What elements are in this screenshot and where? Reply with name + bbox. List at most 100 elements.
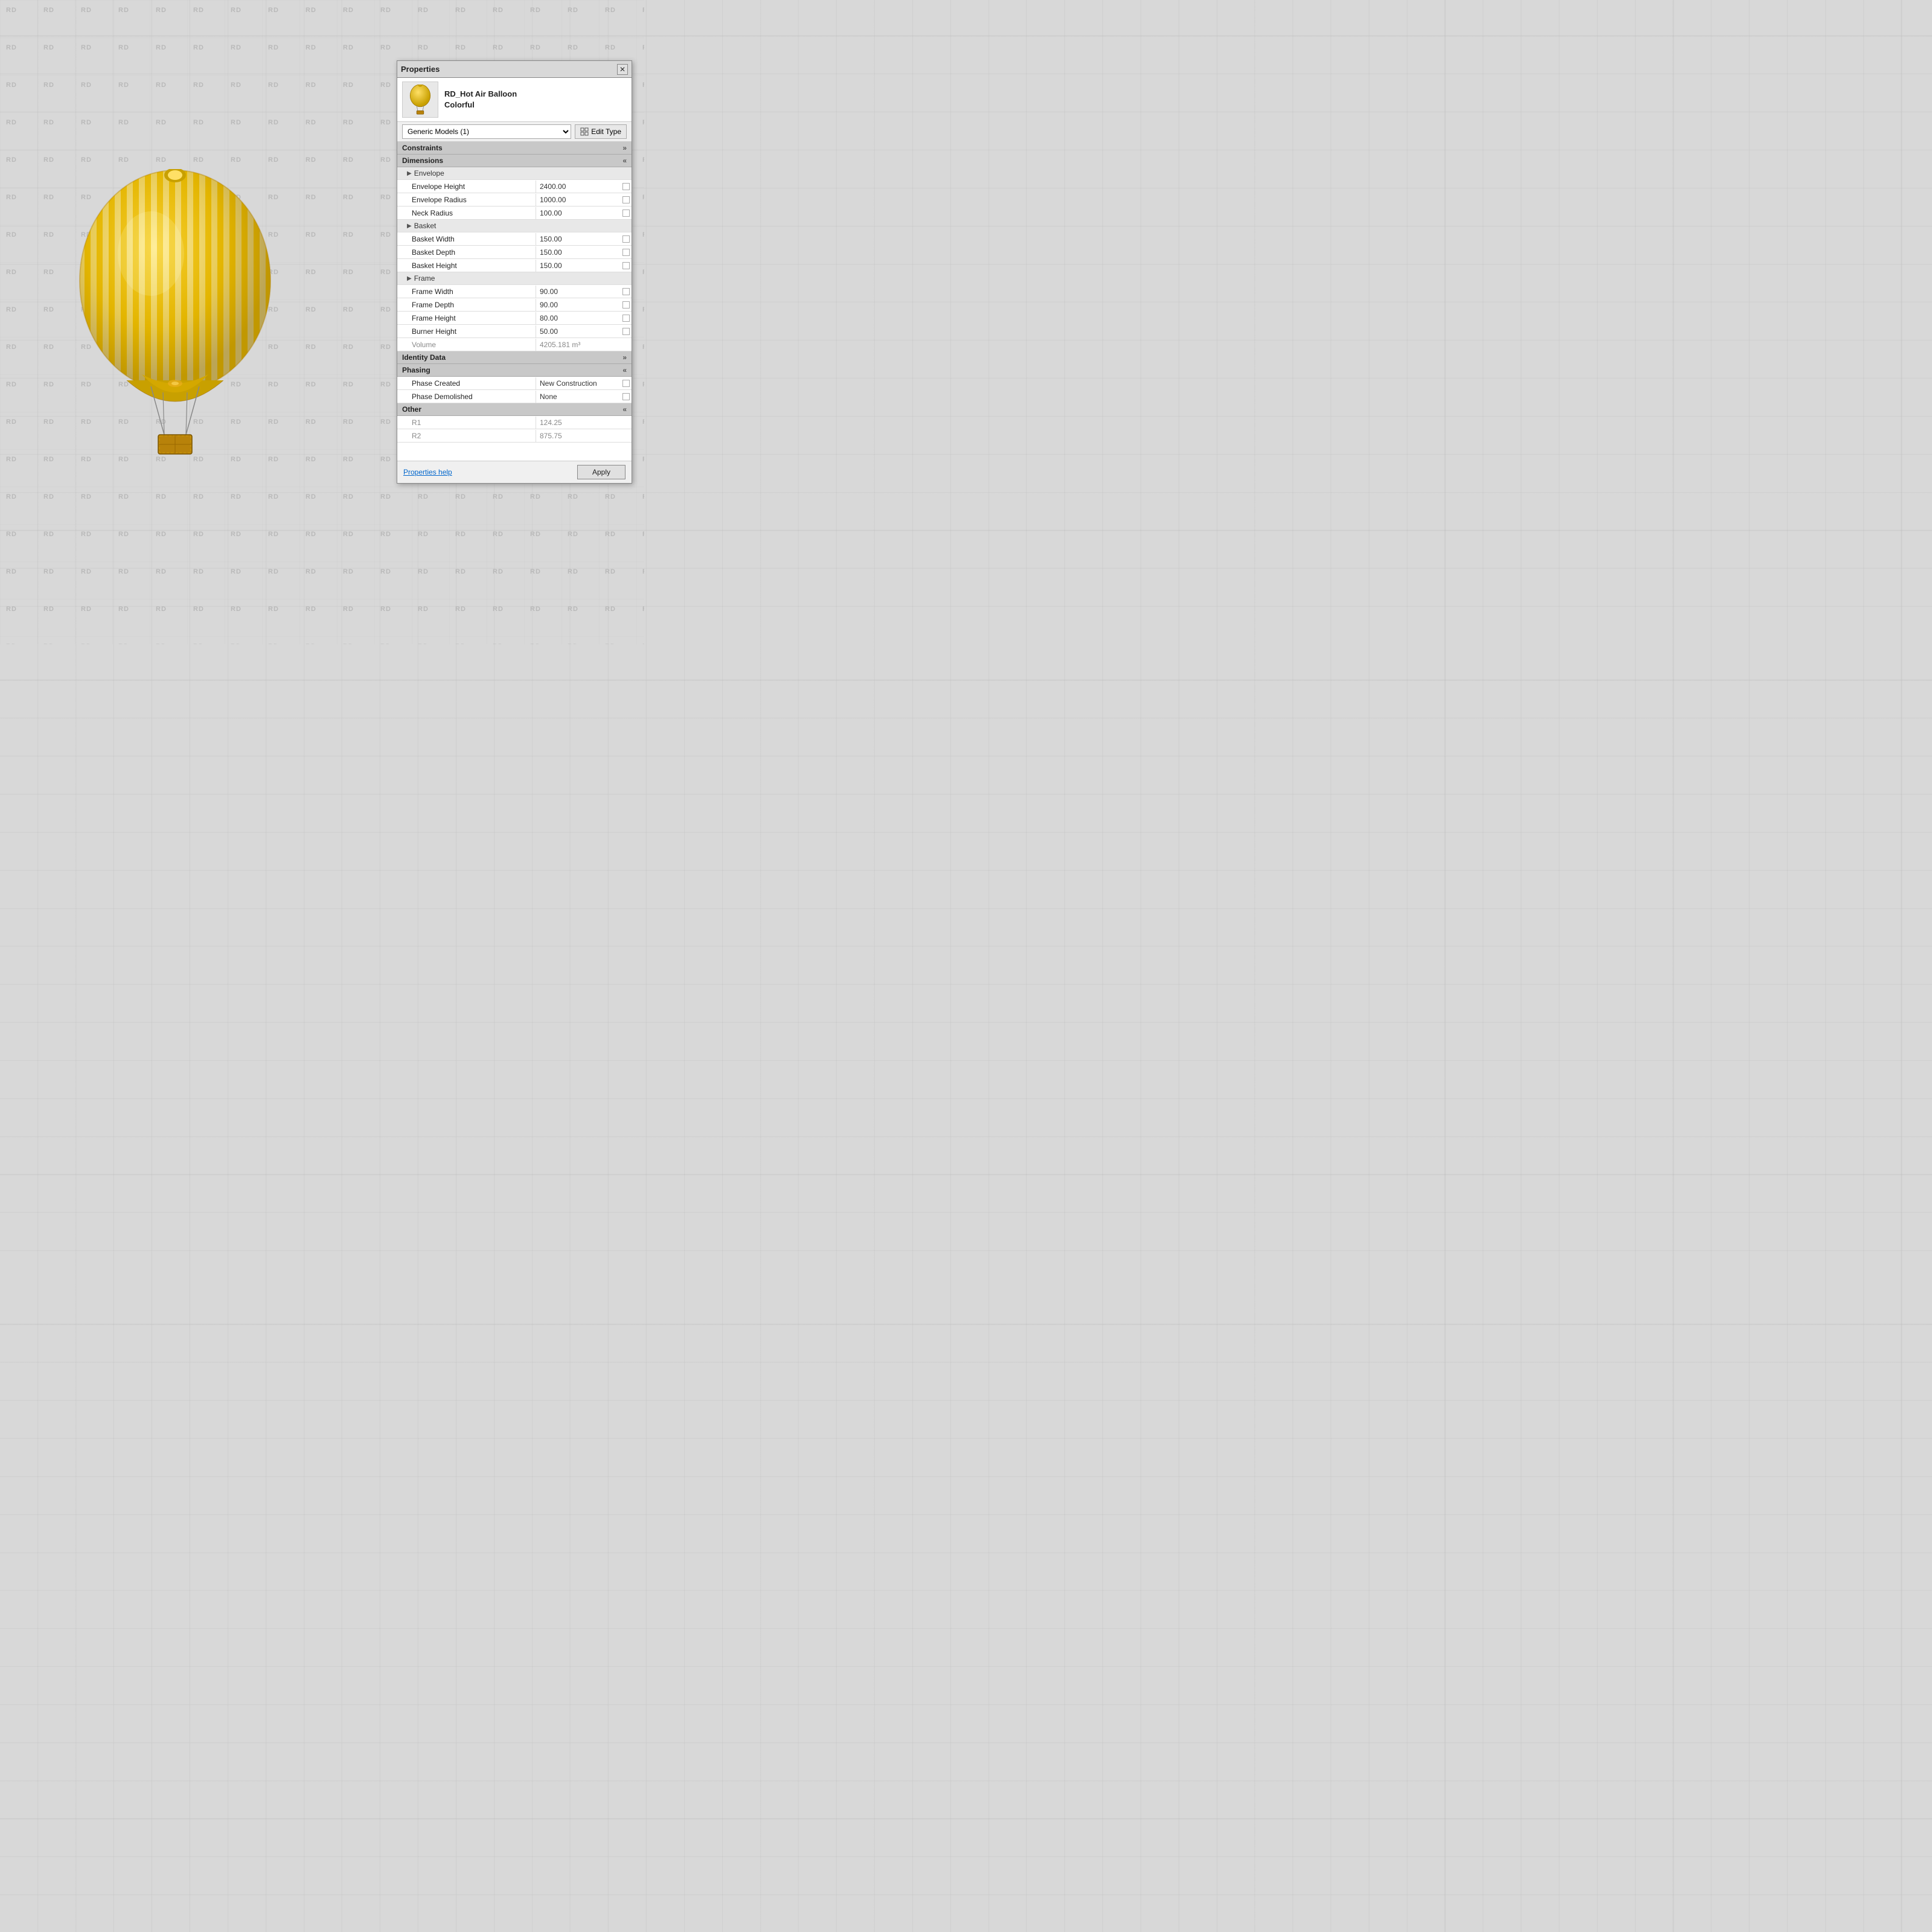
prop-value-frame-width[interactable]: 90.00 [536, 286, 621, 298]
item-icon-box [402, 82, 438, 118]
table-row: Envelope Height 2400.00 [397, 180, 632, 193]
prop-label-phase-demolished: Phase Demolished [397, 391, 536, 403]
prop-value-frame-height[interactable]: 80.00 [536, 312, 621, 324]
section-phasing-chevron: « [622, 366, 627, 374]
prop-label-frame-depth: Frame Depth [397, 299, 536, 311]
panel-footer: Properties help Apply [397, 461, 632, 483]
table-row: Phase Demolished None [397, 390, 632, 403]
section-identity-data[interactable]: Identity Data » [397, 351, 632, 364]
prop-value-phase-created[interactable]: New Construction [536, 377, 621, 389]
section-constraints-chevron: » [622, 144, 627, 152]
section-constraints-label: Constraints [402, 144, 443, 152]
edit-type-label: Edit Type [591, 127, 621, 136]
table-row: Phase Created New Construction [397, 377, 632, 390]
prop-label-r1: R1 [397, 417, 536, 429]
sub-section-basket-label: Basket [414, 222, 437, 230]
prop-value-r2: 875.75 [536, 430, 621, 442]
prop-label-envelope-radius: Envelope Radius [397, 194, 536, 206]
prop-checkbox-basket-depth[interactable] [621, 249, 632, 256]
prop-label-basket-depth: Basket Depth [397, 246, 536, 258]
prop-checkbox-frame-width[interactable] [621, 288, 632, 295]
section-dimensions-label: Dimensions [402, 156, 443, 165]
prop-label-phase-created: Phase Created [397, 377, 536, 389]
section-other-chevron: « [622, 405, 627, 414]
prop-label-burner-height: Burner Height [397, 325, 536, 337]
prop-checkbox-phase-demolished[interactable] [621, 393, 632, 400]
prop-value-envelope-height[interactable]: 2400.00 [536, 181, 621, 193]
prop-value-frame-depth[interactable]: 90.00 [536, 299, 621, 311]
prop-label-basket-height: Basket Height [397, 260, 536, 272]
prop-value-basket-depth[interactable]: 150.00 [536, 246, 621, 258]
prop-label-envelope-height: Envelope Height [397, 181, 536, 193]
properties-body: Constraints » Dimensions « ▶ Envelope En… [397, 142, 632, 461]
table-row: Basket Height 150.00 [397, 259, 632, 272]
prop-value-neck-radius[interactable]: 100.00 [536, 207, 621, 219]
dropdown-row: Generic Models (1) Edit Type [397, 122, 632, 142]
prop-label-neck-radius: Neck Radius [397, 207, 536, 219]
envelope-arrow: ▶ [407, 170, 412, 177]
item-name: RD_Hot Air Balloon Colorful [444, 89, 517, 110]
prop-value-basket-width[interactable]: 150.00 [536, 233, 621, 245]
table-row: Envelope Radius 1000.00 [397, 193, 632, 206]
prop-checkbox-burner-height[interactable] [621, 328, 632, 335]
prop-checkbox-envelope-radius[interactable] [621, 196, 632, 203]
prop-checkbox-envelope-height[interactable] [621, 183, 632, 190]
prop-value-r1: 124.25 [536, 417, 621, 429]
prop-checkbox-basket-height[interactable] [621, 262, 632, 269]
prop-value-burner-height[interactable]: 50.00 [536, 325, 621, 337]
item-name-line1: RD_Hot Air Balloon [444, 89, 517, 100]
table-row: Frame Depth 90.00 [397, 298, 632, 312]
prop-checkbox-frame-height[interactable] [621, 315, 632, 322]
sub-section-envelope[interactable]: ▶ Envelope [397, 167, 632, 180]
table-row: Frame Width 90.00 [397, 285, 632, 298]
properties-help-link[interactable]: Properties help [403, 468, 452, 476]
panel-titlebar: Properties ✕ [397, 61, 632, 78]
table-row: Neck Radius 100.00 [397, 206, 632, 220]
prop-checkbox-frame-depth[interactable] [621, 301, 632, 309]
panel-title: Properties [401, 65, 440, 74]
prop-label-volume: Volume [397, 339, 536, 351]
table-row: Basket Width 150.00 [397, 232, 632, 246]
prop-value-envelope-radius[interactable]: 1000.00 [536, 194, 621, 206]
table-row: Volume 4205.181 m³ [397, 338, 632, 351]
prop-value-basket-height[interactable]: 150.00 [536, 260, 621, 272]
prop-label-frame-height: Frame Height [397, 312, 536, 324]
table-row: Frame Height 80.00 [397, 312, 632, 325]
table-row: Basket Depth 150.00 [397, 246, 632, 259]
prop-checkbox-neck-radius[interactable] [621, 210, 632, 217]
spacer [397, 443, 632, 461]
prop-label-r2: R2 [397, 430, 536, 442]
table-row: R2 875.75 [397, 429, 632, 443]
table-row: R1 124.25 [397, 416, 632, 429]
apply-button[interactable]: Apply [577, 465, 625, 479]
section-phasing-label: Phasing [402, 366, 430, 374]
section-other-label: Other [402, 405, 421, 414]
prop-label-basket-width: Basket Width [397, 233, 536, 245]
prop-value-phase-demolished[interactable]: None [536, 391, 621, 403]
properties-panel: Properties ✕ [397, 60, 632, 484]
balloon-area [48, 169, 302, 459]
section-constraints[interactable]: Constraints » [397, 142, 632, 155]
section-dimensions[interactable]: Dimensions « [397, 155, 632, 167]
section-identity-chevron: » [622, 353, 627, 362]
frame-arrow: ▶ [407, 275, 412, 282]
edit-type-icon [580, 127, 589, 136]
close-button[interactable]: ✕ [617, 64, 628, 75]
category-dropdown[interactable]: Generic Models (1) [402, 124, 571, 139]
section-phasing[interactable]: Phasing « [397, 364, 632, 377]
prop-label-frame-width: Frame Width [397, 286, 536, 298]
sub-section-basket[interactable]: ▶ Basket [397, 220, 632, 232]
prop-checkbox-phase-created[interactable] [621, 380, 632, 387]
edit-type-button[interactable]: Edit Type [575, 124, 627, 139]
table-row: Burner Height 50.00 [397, 325, 632, 338]
item-name-line2: Colorful [444, 100, 517, 110]
sub-section-envelope-label: Envelope [414, 169, 444, 178]
sub-section-frame-label: Frame [414, 274, 435, 283]
section-other[interactable]: Other « [397, 403, 632, 416]
prop-checkbox-basket-width[interactable] [621, 235, 632, 243]
prop-value-volume: 4205.181 m³ [536, 339, 621, 351]
panel-header: RD_Hot Air Balloon Colorful [397, 78, 632, 122]
sub-section-frame[interactable]: ▶ Frame [397, 272, 632, 285]
section-dimensions-chevron: « [622, 156, 627, 165]
basket-arrow: ▶ [407, 223, 412, 229]
